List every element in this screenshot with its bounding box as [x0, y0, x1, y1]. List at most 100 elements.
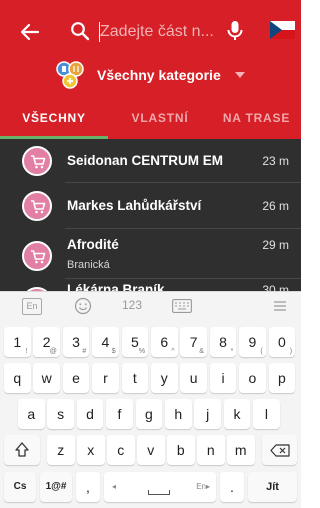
list-item[interactable]: Afrodité Branická 29 m [0, 229, 301, 279]
shopping-cart-icon [22, 241, 52, 271]
key-sublabel: @ [49, 348, 57, 355]
numbers-toggle[interactable]: 123 [122, 298, 142, 312]
key-x[interactable]: x [77, 435, 105, 465]
key-label: p [277, 370, 286, 386]
dropdown-arrow-icon[interactable] [235, 72, 245, 78]
key-sublabel: ! [25, 348, 28, 355]
key-z[interactable]: z [47, 435, 75, 465]
language-toggle[interactable]: En [22, 298, 42, 315]
key-label: 8 [219, 334, 227, 350]
key-label: h [174, 406, 183, 422]
key-label: 6 [160, 334, 169, 350]
period-key[interactable]: . [220, 472, 244, 502]
key-label: y [160, 370, 168, 386]
key-label: u [189, 370, 198, 386]
key-a[interactable]: a [18, 399, 45, 429]
keyboard-icon[interactable] [172, 299, 192, 313]
search-input[interactable] [100, 18, 218, 46]
key-d[interactable]: d [76, 399, 104, 429]
key-7[interactable]: 7 & [180, 327, 207, 357]
key-e[interactable]: e [62, 363, 90, 393]
tab-bar: VŠECHNY VLASTNÍ NA TRASE [0, 103, 301, 139]
key-r[interactable]: r [92, 363, 119, 393]
key-2[interactable]: 2 @ [33, 327, 60, 357]
symbols-key[interactable]: 1@# [40, 472, 72, 502]
key-n[interactable]: n [197, 435, 225, 465]
key-j[interactable]: j [194, 399, 221, 429]
list-item[interactable]: Markes Lahůdkářství 26 m [0, 183, 301, 229]
key-label: f [117, 406, 122, 422]
comma-key[interactable]: , [76, 472, 100, 502]
key-label: g [144, 406, 153, 422]
key-label: a [27, 406, 36, 422]
key-8[interactable]: 8 * [209, 327, 237, 357]
key-5[interactable]: 5% [121, 327, 149, 357]
backspace-key[interactable] [262, 435, 297, 465]
key-sublabel: * [230, 348, 234, 355]
key-s[interactable]: s [47, 399, 74, 429]
key-sublabel: # [82, 348, 87, 355]
key-g[interactable]: g [135, 399, 163, 429]
key-label: q [13, 370, 22, 386]
key-label: j [206, 406, 210, 422]
key-label: s [57, 406, 65, 422]
place-subtitle: Branická [67, 259, 110, 271]
key-c[interactable]: c [107, 435, 135, 465]
key-label: n [206, 442, 215, 458]
key-o[interactable]: o [239, 363, 266, 393]
category-selector[interactable]: Všechny kategorie [55, 58, 221, 92]
key-u[interactable]: u [180, 363, 207, 393]
key-label: 0 [277, 334, 286, 350]
key-4[interactable]: 4 $ [92, 327, 119, 357]
place-name: Lékárna Braník [67, 282, 165, 291]
place-name: Markes Lahůdkářství [67, 198, 202, 213]
key-t[interactable]: t [121, 363, 149, 393]
key-label: d [86, 406, 94, 422]
key-y[interactable]: y [151, 363, 178, 393]
place-name: Afrodité [67, 237, 119, 252]
space-key[interactable]: ◂ En▸ [104, 472, 216, 502]
language-key-label: Cs [13, 481, 27, 492]
key-f[interactable]: f [106, 399, 133, 429]
list-item[interactable]: Seidonan CENTRUM EM 23 m [0, 139, 301, 183]
menu-icon[interactable] [274, 300, 286, 312]
key-1[interactable]: 1! [4, 327, 31, 357]
shift-key[interactable] [4, 435, 40, 465]
key-q[interactable]: q [4, 363, 31, 393]
key-label: t [132, 370, 137, 386]
key-m[interactable]: m [227, 435, 255, 465]
language-key[interactable]: Cs [4, 472, 36, 502]
key-k[interactable]: k [223, 399, 251, 429]
czech-flag-icon[interactable] [270, 21, 295, 39]
key-label: l [264, 406, 268, 422]
key-label: v [147, 442, 155, 458]
key-9[interactable]: 9( [239, 327, 266, 357]
key-i[interactable]: i [209, 363, 237, 393]
place-name: Seidonan CENTRUM EM [67, 153, 224, 168]
keyboard-toolbar: En 123 [0, 292, 301, 320]
key-p[interactable]: p [268, 363, 296, 393]
key-l[interactable]: l [253, 399, 280, 429]
back-arrow-icon[interactable] [18, 20, 42, 44]
key-w[interactable]: w [33, 363, 60, 393]
key-0[interactable]: 0) [268, 327, 296, 357]
key-h[interactable]: h [165, 399, 192, 429]
tab-own[interactable]: VLASTNÍ [108, 103, 212, 139]
key-label: o [248, 370, 257, 386]
category-label: Všechny kategorie [97, 67, 221, 83]
key-v[interactable]: v [137, 435, 165, 465]
key-3[interactable]: 3 # [62, 327, 90, 357]
key-label: x [87, 442, 95, 458]
place-distance: 29 m [262, 238, 289, 252]
go-key[interactable]: Jít [248, 472, 297, 502]
key-label: b [176, 442, 185, 458]
emoji-icon[interactable] [74, 297, 92, 315]
key-b[interactable]: b [167, 435, 195, 465]
tab-all[interactable]: VŠECHNY [0, 103, 108, 139]
tab-on-route[interactable]: NA TRASE [212, 103, 301, 139]
key-sublabel: & [199, 348, 204, 355]
microphone-icon[interactable] [225, 19, 245, 43]
soft-keyboard: En 123 1! 2 @3 #4 $5% 6 ^ 7 & 8 * 9(0) qwertyuiop a… [0, 291, 301, 508]
list-item[interactable]: Lékárna Braník 30 m [0, 279, 301, 291]
key-6[interactable]: 6 ^ [151, 327, 178, 357]
